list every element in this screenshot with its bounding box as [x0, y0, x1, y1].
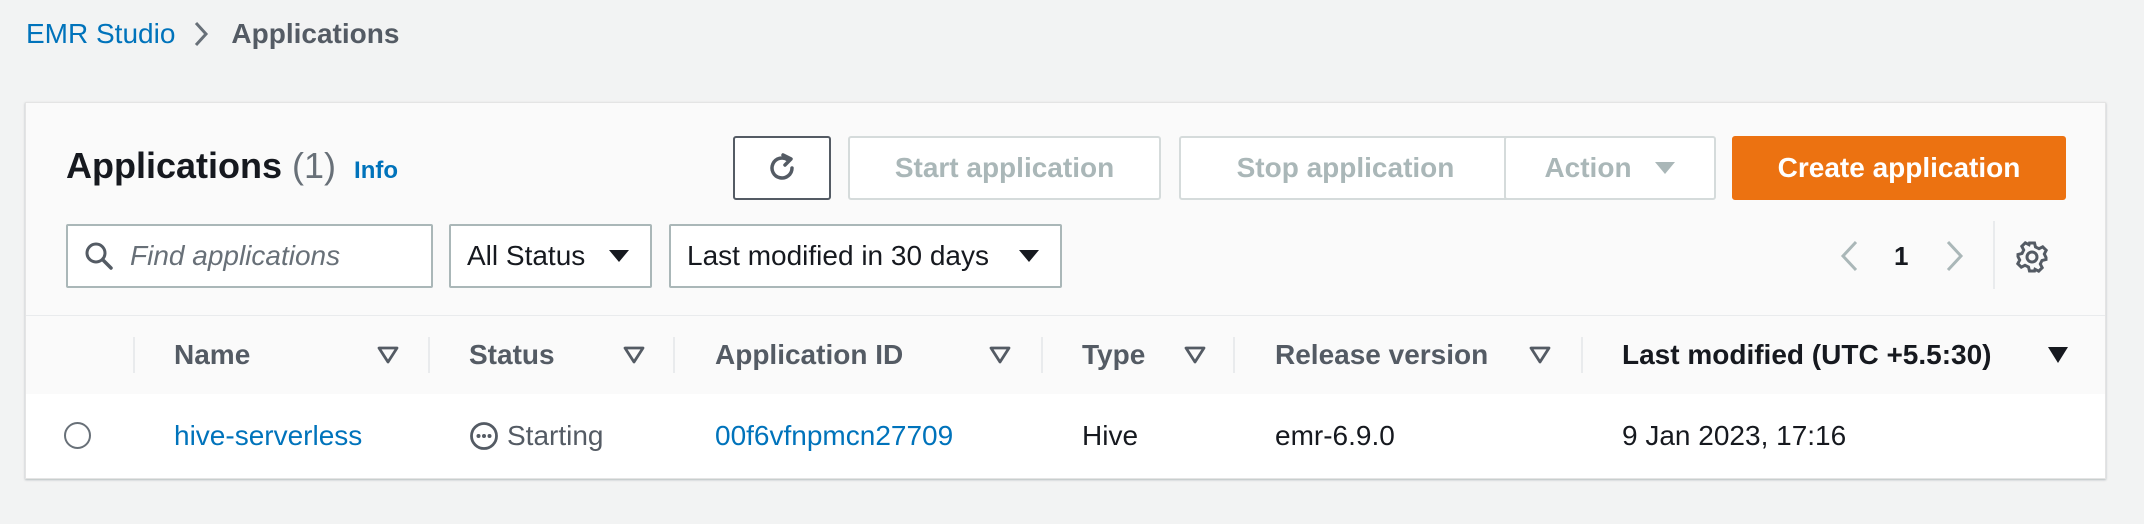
time-range-filter-value: Last modified in 30 days — [687, 240, 989, 271]
breadcrumb-current: Applications — [231, 18, 400, 49]
column-divider — [1581, 337, 1583, 373]
current-page-number[interactable]: 1 — [1894, 241, 1908, 272]
sort-icon[interactable] — [1529, 344, 1551, 366]
sort-icon[interactable] — [989, 344, 1011, 366]
table-header: Name Status Application ID Type Release … — [26, 315, 2105, 395]
previous-page-icon[interactable] — [1838, 239, 1860, 273]
type-cell: Hive — [1082, 420, 1139, 451]
create-application-button[interactable]: Create application — [1732, 136, 2066, 200]
pagination-divider — [1993, 221, 1995, 289]
breadcrumb-emr-studio-link[interactable]: EMR Studio — [26, 18, 175, 50]
sort-icon[interactable] — [1184, 344, 1206, 366]
status-cell: Starting — [469, 394, 604, 478]
column-divider — [673, 337, 675, 373]
chevron-right-icon — [193, 21, 209, 47]
application-name-link[interactable]: hive-serverless — [174, 394, 362, 478]
search-input[interactable] — [128, 239, 412, 273]
column-header-application-id[interactable]: Application ID — [715, 316, 903, 394]
column-divider — [428, 337, 430, 373]
table-row: hive-serverless Starting 00f6vfnpmcn2770… — [26, 394, 2105, 478]
release-version-cell: emr-6.9.0 — [1275, 420, 1395, 451]
row-select-radio[interactable] — [64, 422, 91, 449]
column-header-last-modified[interactable]: Last modified (UTC +5.5:30) — [1622, 316, 1992, 394]
applications-count: (1) — [292, 145, 337, 186]
caret-down-icon — [1018, 249, 1040, 263]
column-header-name[interactable]: Name — [174, 316, 250, 394]
applications-panel: Applications (1) Info Start application … — [25, 102, 2106, 479]
panel-header: Applications (1) Info — [66, 145, 398, 187]
search-icon — [84, 241, 114, 271]
status-text: Starting — [507, 420, 604, 451]
status-filter-value: All Status — [467, 240, 586, 271]
column-header-status[interactable]: Status — [469, 316, 555, 394]
breadcrumb: EMR Studio Applications — [26, 14, 399, 54]
status-filter-select[interactable]: All Status — [449, 224, 652, 288]
stop-application-button[interactable]: Stop application — [1179, 136, 1512, 200]
sort-descending-icon[interactable] — [2047, 344, 2069, 366]
start-application-button[interactable]: Start application — [848, 136, 1161, 200]
refresh-icon — [764, 150, 800, 186]
page-title: Applications — [66, 145, 283, 186]
status-pending-icon — [469, 421, 499, 451]
column-divider — [133, 337, 135, 373]
column-header-type[interactable]: Type — [1082, 316, 1145, 394]
gear-icon[interactable] — [2015, 240, 2049, 274]
column-header-release-version[interactable]: Release version — [1275, 316, 1488, 394]
refresh-button[interactable] — [733, 136, 831, 200]
search-box — [66, 224, 433, 288]
info-link[interactable]: Info — [354, 157, 398, 185]
sort-icon[interactable] — [377, 344, 399, 366]
pagination: 1 — [1838, 224, 1966, 288]
application-id-link[interactable]: 00f6vfnpmcn27709 — [715, 394, 953, 478]
column-divider — [1233, 337, 1235, 373]
caret-down-icon — [1654, 161, 1676, 175]
time-range-filter-select[interactable]: Last modified in 30 days — [669, 224, 1062, 288]
last-modified-cell: 9 Jan 2023, 17:16 — [1622, 420, 1847, 451]
sort-icon[interactable] — [623, 344, 645, 366]
next-page-icon[interactable] — [1944, 239, 1966, 273]
action-dropdown-button[interactable]: Action — [1504, 136, 1716, 200]
action-label: Action — [1544, 152, 1632, 183]
column-divider — [1041, 337, 1043, 373]
caret-down-icon — [608, 249, 630, 263]
